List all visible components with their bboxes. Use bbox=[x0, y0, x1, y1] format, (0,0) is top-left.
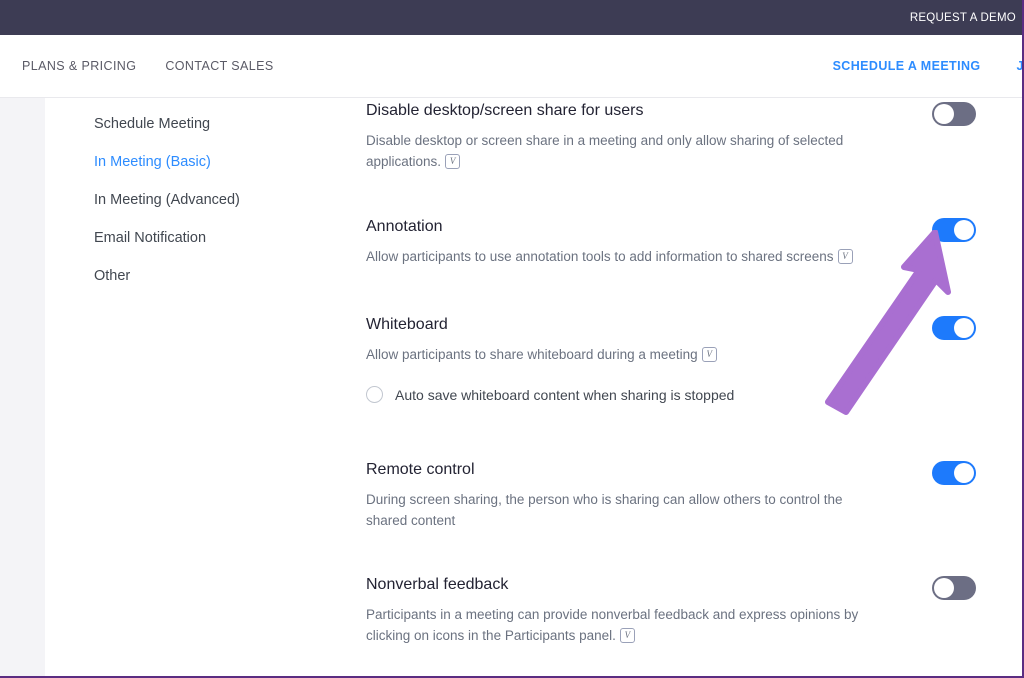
setting-remote-control: Remote control During screen sharing, th… bbox=[366, 460, 976, 531]
request-a-demo-link[interactable]: REQUEST A DEMO bbox=[910, 12, 1016, 24]
locked-by-admin-icon bbox=[445, 154, 461, 169]
remote-control-toggle[interactable] bbox=[932, 461, 976, 485]
setting-title: Whiteboard bbox=[366, 316, 448, 333]
setting-description: Allow participants to share whiteboard d… bbox=[366, 344, 886, 365]
sidebar-item-email-notification[interactable]: Email Notification bbox=[94, 230, 344, 246]
setting-description: Allow participants to use annotation too… bbox=[366, 246, 886, 267]
locked-by-admin-icon bbox=[701, 347, 717, 362]
toggle-knob bbox=[934, 578, 954, 598]
browser-page: Host Only All Participants ? REQUEST A D… bbox=[0, 0, 1024, 678]
navbar-left-group: PLANS & PRICING CONTACT SALES bbox=[0, 59, 274, 73]
whiteboard-autosave-label: Auto save whiteboard content when sharin… bbox=[395, 386, 735, 403]
sidebar-item-in-meeting-advanced[interactable]: In Meeting (Advanced) bbox=[94, 192, 344, 208]
annotation-toggle[interactable] bbox=[932, 218, 976, 242]
sidebar-item-schedule-meeting[interactable]: Schedule Meeting bbox=[94, 116, 344, 132]
whiteboard-autosave-checkbox[interactable] bbox=[366, 386, 383, 403]
top-utility-bar: REQUEST A DEMO bbox=[0, 0, 1024, 35]
setting-nonverbal-feedback: Nonverbal feedback Participants in a mee… bbox=[366, 575, 976, 646]
disable-desktop-screen-share-toggle[interactable] bbox=[932, 102, 976, 126]
setting-description: During screen sharing, the person who is… bbox=[366, 492, 843, 528]
nav-plans-pricing[interactable]: PLANS & PRICING bbox=[22, 59, 136, 73]
toggle-knob bbox=[954, 220, 974, 240]
setting-description-text: Disable desktop or screen share in a mee… bbox=[366, 133, 844, 169]
nav-contact-sales[interactable]: CONTACT SALES bbox=[165, 59, 273, 73]
setting-title: Nonverbal feedback bbox=[366, 576, 509, 593]
main-navbar: PLANS & PRICING CONTACT SALES SCHEDULE A… bbox=[0, 35, 1024, 98]
toggle-knob bbox=[954, 463, 974, 483]
setting-description-text: Participants in a meeting can provide no… bbox=[366, 607, 859, 643]
setting-description-text: Allow participants to share whiteboard d… bbox=[366, 347, 698, 362]
toggle-knob bbox=[934, 104, 954, 124]
nav-schedule-a-meeting[interactable]: SCHEDULE A MEETING bbox=[833, 59, 981, 73]
left-rail bbox=[0, 98, 45, 678]
setting-whiteboard: Whiteboard Allow participants to share w… bbox=[366, 315, 976, 403]
setting-disable-desktop-screen-share: Disable desktop/screen share for users D… bbox=[366, 101, 976, 172]
whiteboard-autosave-option[interactable]: Auto save whiteboard content when sharin… bbox=[366, 386, 886, 403]
settings-content-area: Schedule Meeting In Meeting (Basic) In M… bbox=[45, 98, 1022, 678]
setting-title: Annotation bbox=[366, 218, 443, 235]
toggle-knob bbox=[954, 318, 974, 338]
locked-by-admin-icon bbox=[837, 249, 853, 264]
whiteboard-toggle[interactable] bbox=[932, 316, 976, 340]
locked-by-admin-icon bbox=[619, 628, 635, 643]
setting-title: Remote control bbox=[366, 461, 475, 478]
setting-description: Participants in a meeting can provide no… bbox=[366, 604, 886, 646]
setting-annotation: Annotation Allow participants to use ann… bbox=[366, 217, 976, 267]
settings-sidebar: Schedule Meeting In Meeting (Basic) In M… bbox=[94, 116, 344, 284]
setting-title: Disable desktop/screen share for users bbox=[366, 102, 644, 119]
sidebar-item-in-meeting-basic[interactable]: In Meeting (Basic) bbox=[94, 154, 344, 170]
setting-description: Disable desktop or screen share in a mee… bbox=[366, 130, 886, 172]
navbar-right-group: SCHEDULE A MEETING JO bbox=[833, 59, 1024, 73]
sidebar-item-other[interactable]: Other bbox=[94, 268, 344, 284]
setting-description-text: Allow participants to use annotation too… bbox=[366, 249, 834, 264]
nonverbal-feedback-toggle[interactable] bbox=[932, 576, 976, 600]
